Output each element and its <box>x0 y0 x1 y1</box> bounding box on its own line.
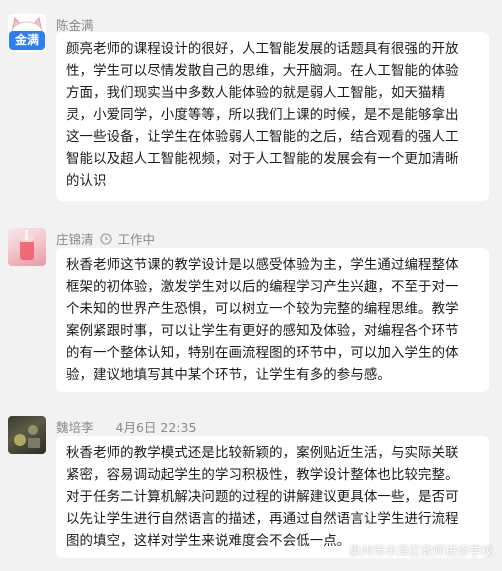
status-text: 工作中 <box>117 232 156 247</box>
bubble-line: 对于任务二计算机解决问题的过程的讲解建议更具体一些，是否可 <box>66 490 459 505</box>
bubble-line: 秋香老师这节课的教学设计是以感受体验为主，学生通过编程整体 <box>66 258 459 273</box>
bubble-line: 这一些设备，让学生在体验弱人工智能的之后，结合观看的强人工 <box>66 130 459 145</box>
bubble-line: 案例紧跟时事，可以让学生有更好的感知及体验，对编程各个环节 <box>66 324 459 339</box>
bubble-line: 方面，我们现实当中多数人能体验的就是弱人工智能，如天猫精 <box>66 86 446 101</box>
bubble-line: 框架的初体验，激发学生对以后的编程学习产生兴趣，不至于对一 <box>66 280 459 295</box>
bubble-line: 颜亮老师的课程设计的很好，人工智能发展的话题具有很强的开放 <box>66 42 459 57</box>
sender-name-text: 庄锦清 <box>56 232 94 247</box>
sender-name: 魏培李 4月6日 22:35 <box>56 417 196 436</box>
bubble-line: 紧密，容易调动起学生的学习积极性，教学设计整体也比较完整。 <box>66 468 459 483</box>
message-time: 4月6日 22:35 <box>115 420 197 435</box>
sender-name-text: 魏培李 <box>56 420 94 435</box>
bubble-line: 的有一个整体认知，特别在画流程图的环节中，可以加入学生的体 <box>66 346 459 361</box>
bubble-line: 个未知的世界产生恐惧，可以树立一个较为完整的编程思维。教学 <box>66 302 459 317</box>
bubble-line: 智能以及超人工智能视频，对于人工智能的发展会有一个更加清晰 <box>66 152 459 167</box>
avatar[interactable]: 金满 <box>8 14 46 52</box>
bubble-line: 验，建议地填写其中某个环节，让学生有多的参与感。 <box>66 368 391 383</box>
avatar-photo-icon <box>20 230 34 260</box>
avatar-badge: 金满 <box>9 31 45 50</box>
avatar[interactable] <box>8 228 46 266</box>
message-bubble[interactable]: 秋香老师这节课的教学设计是以感受体验为主，学生通过编程整体 框架的初体验，激发学… <box>56 248 489 392</box>
bubble-line: 灵，小爱同学，小度等等，所以我们上课的时候，是不是能够拿出 <box>66 108 459 123</box>
avatar-photo-icon <box>14 425 40 448</box>
bubble-line: 的认识 <box>66 174 107 189</box>
watermark: 泉州市丰泽区教师进修学校 <box>330 540 493 560</box>
message-bubble[interactable]: 颜亮老师的课程设计的很好，人工智能发展的话题具有很强的开放 性，学生可以尽情发散… <box>56 32 489 201</box>
bubble-line: 秋香老师的教学模式还是比较新颖的，案例贴近生活，与实际关联 <box>66 446 459 461</box>
avatar[interactable] <box>8 416 46 454</box>
bubble-line: 以先让学生进行自然语言的描述，再通过自然语言让学生进行流程 <box>66 512 459 527</box>
watermark-text: 泉州市丰泽区教师进修学校 <box>349 543 494 558</box>
sender-name: 庄锦清 工作中 <box>56 229 155 248</box>
wechat-channel-icon <box>331 545 344 555</box>
status-clock-icon <box>99 232 112 245</box>
bubble-line: 性，学生可以尽情发散自己的思维，大开脑洞。在人工智能的体验 <box>66 64 459 79</box>
